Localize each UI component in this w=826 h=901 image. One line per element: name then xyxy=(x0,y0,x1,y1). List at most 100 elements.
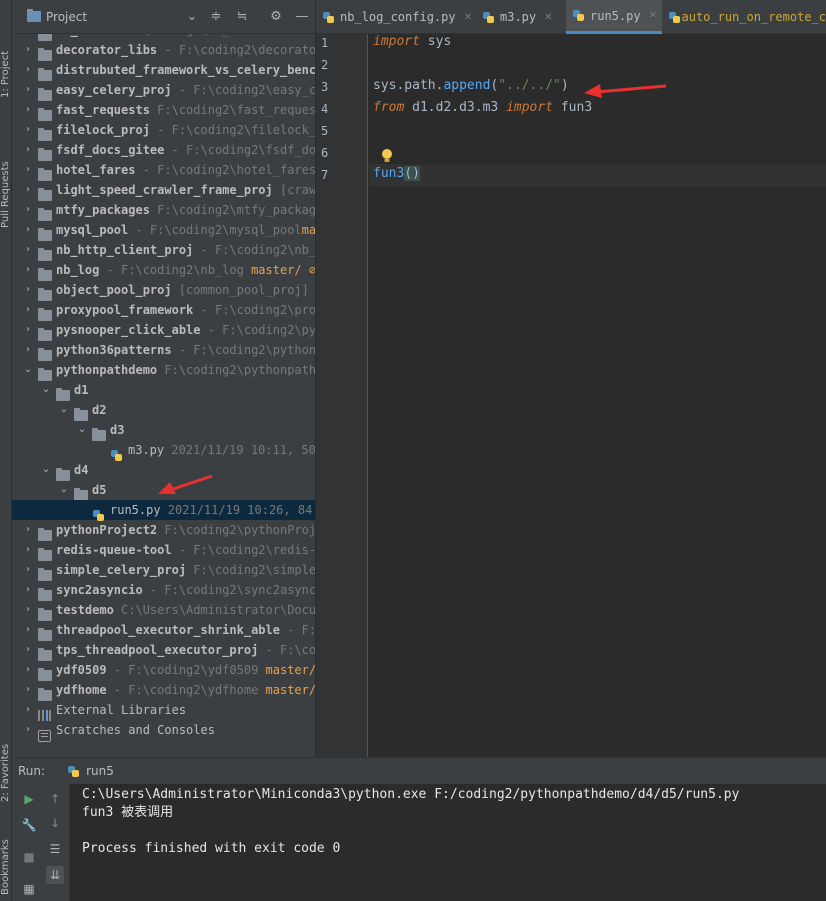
tree-folder-row[interactable]: › light_speed_crawler_frame_proj [crawl xyxy=(12,180,315,201)
tree-file-row[interactable]: run5.py 2021/11/19 10:26, 84 xyxy=(12,500,315,521)
tree-folder-row[interactable]: › distrubuted_framework_vs_celery_bench xyxy=(12,60,315,81)
favorites-tool-tab[interactable]: 2: Favorites xyxy=(0,722,12,802)
tab-nb-log-config[interactable]: nb_log_config.py ✕ xyxy=(322,0,478,34)
tree-folder-row[interactable]: › nb_http_client_proj - F:\coding2\nb_htt… xyxy=(12,240,315,261)
tree-folder-row[interactable]: › mysql_pool - F:\coding2\mysql_poolmaste… xyxy=(12,220,315,241)
tree-folder-row[interactable]: › threadpool_executor_shrink_able - F:\co… xyxy=(12,620,315,641)
chevron-right-icon[interactable]: › xyxy=(22,300,34,320)
tree-folder-row[interactable]: › pysnooper_click_able - F:\coding2\pysno… xyxy=(12,320,315,341)
chevron-right-icon[interactable]: › xyxy=(22,280,34,300)
chevron-right-icon[interactable]: › xyxy=(22,80,34,100)
tree-folder-row[interactable]: › hotel_fares - F:\coding2\hotel_fares xyxy=(12,160,315,181)
chevron-right-icon[interactable]: › xyxy=(22,200,34,220)
chevron-down-icon[interactable]: ⌄ xyxy=(40,380,52,400)
tree-folder-row[interactable]: › fsdf_docs_gitee - F:\coding2\fsdf_docs_… xyxy=(12,140,315,161)
tree-folder-row[interactable]: › ydfhome - F:\coding2\ydfhome master/ xyxy=(12,680,315,701)
tree-folder-row[interactable]: › External Libraries xyxy=(12,700,315,721)
minimize-icon[interactable]: — xyxy=(294,9,310,25)
chevron-right-icon[interactable]: › xyxy=(22,60,34,80)
chevron-right-icon[interactable]: › xyxy=(22,660,34,680)
scroll-to-end-icon[interactable]: ⇊ xyxy=(46,866,64,884)
chevron-down-icon[interactable]: ⌄ xyxy=(40,460,52,480)
chevron-right-icon[interactable]: › xyxy=(22,620,34,640)
run-config-tab[interactable]: run5 xyxy=(67,764,114,778)
tree-folder-row[interactable]: › Scratches and Consoles xyxy=(12,720,315,742)
play-icon[interactable]: ▶ xyxy=(20,790,38,808)
tree-folder-row[interactable]: ⌄ d5 xyxy=(12,480,315,501)
chevron-right-icon[interactable]: › xyxy=(22,180,34,200)
tree-folder-row[interactable]: › python36patterns - F:\coding2\python36p… xyxy=(12,340,315,361)
close-icon[interactable]: ✕ xyxy=(649,10,657,21)
wrench-icon[interactable]: 🔧 xyxy=(20,816,38,834)
chevron-down-icon[interactable]: ⌄ xyxy=(58,400,70,420)
chevron-right-icon[interactable]: › xyxy=(22,160,34,180)
bookmarks-tool-tab[interactable]: Bookmarks xyxy=(0,815,12,895)
chevron-right-icon[interactable]: › xyxy=(22,340,34,360)
chevron-right-icon[interactable]: › xyxy=(22,140,34,160)
chevron-down-icon[interactable]: ⌄ xyxy=(22,360,34,380)
tree-folder-row[interactable]: › mtfy_packages F:\coding2\mtfy_packages xyxy=(12,200,315,221)
chevron-right-icon[interactable]: › xyxy=(22,220,34,240)
chevron-right-icon[interactable]: › xyxy=(22,100,34,120)
chevron-right-icon[interactable]: › xyxy=(22,540,34,560)
chevron-right-icon[interactable]: › xyxy=(22,580,34,600)
tree-folder-row[interactable]: ⌄ d1 xyxy=(12,380,315,401)
chevron-right-icon[interactable]: › xyxy=(22,40,34,60)
tree-folder-row[interactable]: › easy_celery_proj - F:\coding2\easy_cele… xyxy=(12,80,315,101)
tree-folder-row[interactable]: › filelock_proj - F:\coding2\filelock_pro… xyxy=(12,120,315,141)
chevron-down-icon[interactable]: ⌄ xyxy=(58,480,70,500)
tree-folder-row[interactable]: ⌄ d4 xyxy=(12,460,315,481)
tree-folder-row[interactable]: ⌄ d2 xyxy=(12,400,315,421)
chevron-right-icon[interactable]: › xyxy=(22,120,34,140)
stop-icon[interactable]: ■ xyxy=(20,848,38,866)
pull-requests-tool-tab[interactable]: Pull Requests xyxy=(0,118,12,228)
collapse-all-icon[interactable]: ≒ xyxy=(234,9,250,25)
tree-folder-row[interactable]: ⌄ pythonpathdemo F:\coding2\pythonpathdem… xyxy=(12,360,315,381)
tree-item-name: pythonpathdemo xyxy=(56,363,158,377)
tab-m3[interactable]: m3.py ✕ xyxy=(482,0,562,34)
chevron-right-icon[interactable]: › xyxy=(22,260,34,280)
rerun-up-icon[interactable]: ↑ xyxy=(46,790,64,808)
tree-file-row[interactable]: m3.py 2021/11/19 10:11, 50 xyxy=(12,440,315,461)
tab-run5[interactable]: run5.py ✕ xyxy=(566,0,662,34)
tree-folder-row[interactable]: › object_pool_proj [common_pool_proj] xyxy=(12,280,315,301)
tree-item-name: easy_celery_proj xyxy=(56,83,172,97)
tree-folder-row[interactable]: › proxypool_framework - F:\coding2\proxyp… xyxy=(12,300,315,321)
chevron-right-icon[interactable]: › xyxy=(22,700,34,720)
chevron-right-icon[interactable]: › xyxy=(22,240,34,260)
chevron-right-icon[interactable]: › xyxy=(22,640,34,660)
layout-icon[interactable]: ▦ xyxy=(20,880,38,898)
tree-folder-row[interactable]: › sync2asyncio - F:\coding2\sync2asyncio xyxy=(12,580,315,601)
rerun-down-icon[interactable]: ↓ xyxy=(46,814,64,832)
chevron-right-icon[interactable]: › xyxy=(22,520,34,540)
tree-folder-row[interactable]: › testdemo C:\Users\Administrator\Documen… xyxy=(12,600,315,621)
tree-item-name: pysnooper_click_able xyxy=(56,323,201,337)
chevron-right-icon[interactable]: › xyxy=(22,320,34,340)
tree-folder-row[interactable]: › pythonProject2 F:\coding2\pythonProject… xyxy=(12,520,315,541)
project-tool-tab[interactable]: 1: Project xyxy=(0,8,12,98)
tree-item-path: - F:\coding2\easy_celery_proj xyxy=(178,83,315,97)
tree-folder-row[interactable]: › tps_threadpool_executor_proj - F:\codin… xyxy=(12,640,315,661)
code-editor[interactable]: 1 2 3 4 5 6 7 import sys sys.path.append… xyxy=(316,34,826,757)
soft-wrap-icon[interactable]: ☰ xyxy=(46,840,64,858)
expand-all-icon[interactable]: ≑ xyxy=(208,9,224,25)
tree-folder-row[interactable]: › ydf0509 - F:\coding2\ydf0509 master/ xyxy=(12,660,315,681)
chevron-right-icon[interactable]: › xyxy=(22,560,34,580)
run-console-output[interactable]: C:\Users\Administrator\Miniconda3\python… xyxy=(70,784,826,901)
close-icon[interactable]: ✕ xyxy=(544,12,552,23)
gear-icon[interactable]: ⚙ xyxy=(268,9,284,25)
chevron-right-icon[interactable]: › xyxy=(22,600,34,620)
tree-folder-row[interactable]: ⌄ d3 xyxy=(12,420,315,441)
chevron-down-icon[interactable]: ⌄ xyxy=(184,9,200,25)
tree-folder-row[interactable]: › decorator_libs - F:\coding2\decorator_l… xyxy=(12,40,315,61)
close-icon[interactable]: ✕ xyxy=(464,12,472,23)
chevron-down-icon[interactable]: ⌄ xyxy=(76,420,88,440)
tree-folder-row[interactable]: › nb_log - F:\coding2\nb_log master/ ⊘ xyxy=(12,260,315,281)
tab-auto-run-on-remote[interactable]: auto_run_on_remote_c xyxy=(668,0,826,34)
tree-folder-row[interactable]: › fast_requests F:\coding2\fast_requests xyxy=(12,100,315,121)
tree-folder-row[interactable]: › redis-queue-tool - F:\coding2\redis-que… xyxy=(12,540,315,561)
chevron-right-icon[interactable]: › xyxy=(22,680,34,700)
chevron-right-icon[interactable]: › xyxy=(22,720,34,740)
tree-folder-row[interactable]: › simple_celery_proj F:\coding2\simple_ce… xyxy=(12,560,315,581)
project-panel-title[interactable]: Project xyxy=(46,10,87,24)
